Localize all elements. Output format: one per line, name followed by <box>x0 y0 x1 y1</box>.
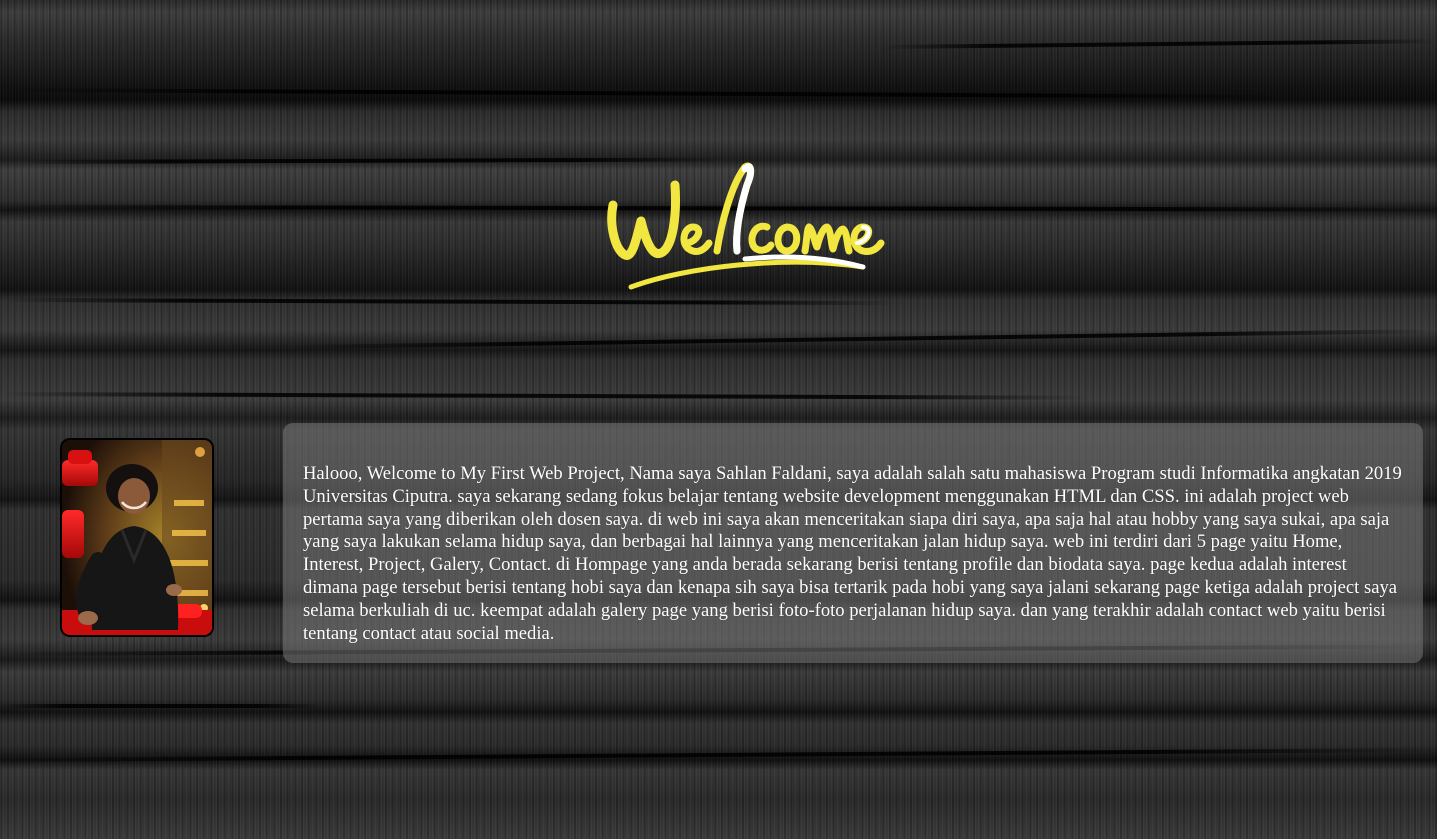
profile-photo <box>60 438 214 637</box>
background-streak <box>0 88 1290 99</box>
background-streak <box>879 39 1437 49</box>
background-streak <box>289 328 1437 349</box>
background-streak <box>0 704 320 708</box>
welcome-logo <box>607 162 885 290</box>
background-streak <box>0 747 1437 762</box>
home-page: { "page": { "title_image": { "text": "We… <box>0 0 1437 839</box>
intro-paragraph: Halooo, Welcome to My First Web Project,… <box>303 463 1402 644</box>
background-streak <box>0 392 1091 400</box>
intro-card: Halooo, Welcome to My First Web Project,… <box>283 423 1423 663</box>
